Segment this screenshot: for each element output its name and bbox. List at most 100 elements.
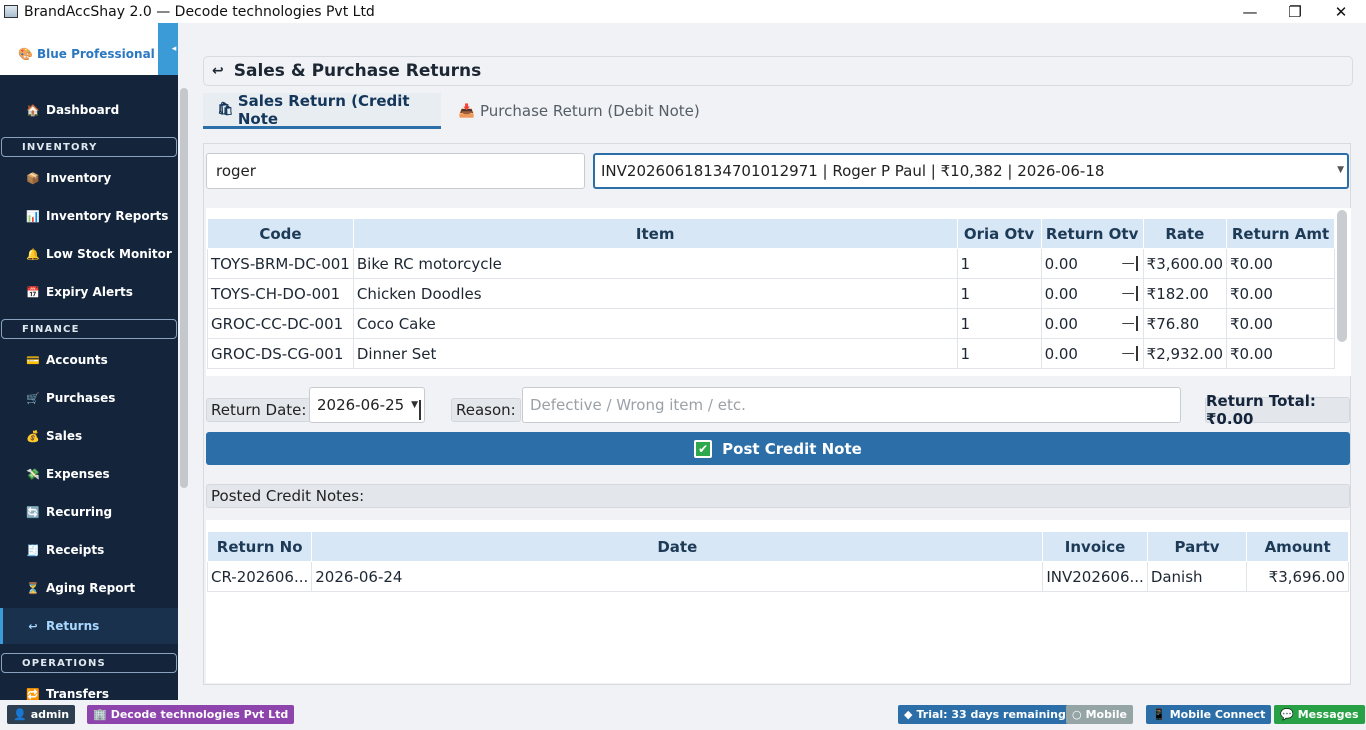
mobile-connect-button[interactable]: 📱 Mobile Connect	[1146, 705, 1272, 724]
col-party[interactable]: Partv	[1146, 531, 1248, 562]
table-header-row: Return No Date Invoice Partv Amount	[206, 531, 1349, 562]
chat-icon: 💬	[1280, 708, 1294, 721]
customer-search-input[interactable]: roger	[206, 153, 585, 189]
calendar-icon: 📅	[26, 285, 40, 299]
table-row[interactable]: TOYS-CH-DO-001 Chicken Doodles 1 0.00— ₹…	[207, 278, 1335, 309]
table-row[interactable]: CR-202606... 2026-06-24 INV202606... Dan…	[206, 561, 1349, 592]
refresh-icon: 🔄	[26, 505, 40, 519]
sidebar-item-recurring[interactable]: 🔄 Recurring	[0, 494, 178, 530]
cart-icon: 🛒	[26, 391, 40, 405]
table-row[interactable]: TOYS-BRM-DC-001 Bike RC motorcycle 1 0.0…	[207, 248, 1335, 279]
bell-icon: 🔔	[26, 247, 40, 261]
building-icon: 🏢	[93, 708, 107, 721]
return-date-value: 2026-06-25	[317, 396, 405, 414]
stepper-icon[interactable]: —	[1122, 316, 1138, 331]
table-header-row: Code Item Oria Otv Return Otv Rate Retur…	[207, 218, 1335, 249]
receipt-icon: 🧾	[26, 543, 40, 557]
sidebar-scrollbar-thumb[interactable]	[180, 88, 188, 488]
app-icon	[4, 5, 18, 18]
stepper-icon[interactable]: —	[1122, 256, 1138, 271]
return-date-picker[interactable]: 2026-06-25 ▼	[309, 387, 425, 423]
page-title: Sales & Purchase Returns	[233, 61, 482, 81]
tab-purchase-return[interactable]: 📥 Purchase Return (Debit Note)	[458, 93, 700, 129]
return-items-table: Code Item Oria Otv Return Otv Rate Retur…	[206, 208, 1351, 376]
section-operations: OPERATIONS	[1, 653, 177, 673]
chevron-down-icon[interactable]: ▼	[411, 400, 421, 420]
sidebar-item-receipts[interactable]: 🧾 Receipts	[0, 532, 178, 568]
stepper-icon[interactable]: —	[1122, 346, 1138, 361]
box-icon: 📦	[26, 171, 40, 185]
company-badge[interactable]: 🏢 Decode technologies Pvt Ltd	[87, 705, 295, 724]
phone-icon: 📱	[1152, 708, 1166, 721]
posted-credit-notes-label: Posted Credit Notes:	[206, 484, 1350, 508]
sidebar-item-dashboard[interactable]: 🏠 Dashboard	[0, 92, 178, 128]
brand-label: Blue Professional	[36, 47, 155, 61]
col-return-qty[interactable]: Return Otv	[1040, 218, 1144, 249]
sidebar-item-expiry-alerts[interactable]: 📅 Expiry Alerts	[0, 274, 178, 310]
sidebar-item-transfers[interactable]: 🔁 Transfers	[0, 676, 178, 700]
trial-badge[interactable]: ◆ Trial: 33 days remaining	[898, 705, 1072, 724]
reason-input[interactable]: Defective / Wrong item / etc.	[522, 387, 1181, 423]
user-badge[interactable]: 👤 admin	[7, 705, 76, 724]
money-bag-icon: 💰	[26, 429, 40, 443]
collapse-sidebar-button[interactable]: ◂	[158, 23, 178, 75]
sidebar-item-aging-report[interactable]: ⏳ Aging Report	[0, 570, 178, 606]
diamond-icon: ◆	[904, 708, 913, 721]
close-button[interactable]: ✕	[1318, 0, 1364, 23]
invoice-select[interactable]: INV20260618134701012971 | Roger P Paul |…	[593, 153, 1349, 189]
items-table-scrollbar[interactable]	[1337, 210, 1347, 342]
page-header: ↩ Sales & Purchase Returns	[203, 56, 1353, 86]
col-return-no[interactable]: Return No	[206, 531, 313, 562]
money-wings-icon: 💸	[26, 467, 40, 481]
tab-sales-return[interactable]: 🛍 Sales Return (Credit Note	[203, 92, 441, 129]
invoice-select-value: INV20260618134701012971 | Roger P Paul |…	[601, 162, 1105, 180]
mobile-badge[interactable]: ○ Mobile	[1066, 705, 1133, 724]
post-credit-note-button[interactable]: ✔ Post Credit Note	[206, 432, 1350, 465]
hourglass-icon: ⏳	[26, 581, 40, 595]
section-inventory: INVENTORY	[1, 137, 177, 157]
home-icon: 🏠	[26, 103, 40, 117]
posted-credit-notes-table: Return No Date Invoice Partv Amount CR-2…	[206, 520, 1350, 683]
return-qty-stepper[interactable]: 0.00—	[1040, 338, 1144, 369]
col-invoice[interactable]: Invoice	[1042, 531, 1148, 562]
return-qty-stepper[interactable]: 0.00—	[1040, 278, 1144, 309]
reason-label: Reason:	[451, 398, 521, 422]
return-qty-stepper[interactable]: 0.00—	[1040, 248, 1144, 279]
palette-icon: 🎨	[18, 47, 33, 61]
sidebar-item-sales[interactable]: 💰 Sales	[0, 418, 178, 454]
col-amount[interactable]: Amount	[1246, 531, 1349, 562]
transfer-icon: 🔁	[26, 687, 40, 701]
window-titlebar: BrandAccShay 2.0 — Decode technologies P…	[0, 0, 1366, 23]
sidebar-item-expenses[interactable]: 💸 Expenses	[0, 456, 178, 492]
section-finance: FINANCE	[1, 319, 177, 339]
sidebar-item-purchases[interactable]: 🛒 Purchases	[0, 380, 178, 416]
card-icon: 💳	[26, 353, 40, 367]
col-rate[interactable]: Rate	[1142, 218, 1228, 249]
sidebar-item-returns[interactable]: ↩ Returns	[0, 608, 178, 644]
col-date[interactable]: Date	[311, 531, 1044, 562]
return-arrow-icon: ↩	[212, 63, 224, 79]
messages-button[interactable]: 💬 Messages	[1274, 705, 1365, 724]
return-qty-stepper[interactable]: 0.00—	[1040, 308, 1144, 339]
minimize-button[interactable]: —	[1227, 0, 1273, 23]
table-row[interactable]: GROC-DS-CG-001 Dinner Set 1 0.00— ₹2,932…	[207, 338, 1335, 369]
sidebar-item-inventory-reports[interactable]: 📊 Inventory Reports	[0, 198, 178, 234]
stepper-icon[interactable]: —	[1122, 286, 1138, 301]
sidebar-item-accounts[interactable]: 💳 Accounts	[0, 342, 178, 378]
restore-button[interactable]: ❐	[1272, 0, 1318, 23]
col-code[interactable]: Code	[207, 218, 354, 249]
table-row[interactable]: GROC-CC-DC-001 Coco Cake 1 0.00— ₹76.80 …	[207, 308, 1335, 339]
col-return-amt[interactable]: Return Amt	[1226, 218, 1335, 249]
return-date-label: Return Date:	[206, 398, 312, 422]
col-item[interactable]: Item	[352, 218, 958, 249]
return-total: Return Total: ₹0.00	[1205, 392, 1350, 428]
chevron-down-icon: ▼	[1337, 165, 1344, 175]
return-arrow-icon: ↩	[28, 619, 38, 633]
sales-return-icon: 🛍	[217, 102, 234, 117]
sidebar-item-inventory[interactable]: 📦 Inventory	[0, 160, 178, 196]
col-orig-qty[interactable]: Oria Otv	[956, 218, 1042, 249]
sidebar: 🎨 Blue Professional ◂ 🏠 Dashboard INVENT…	[0, 23, 178, 700]
sidebar-item-low-stock-monitor[interactable]: 🔔 Low Stock Monitor	[0, 236, 178, 272]
chart-icon: 📊	[26, 209, 40, 223]
theme-link[interactable]: 🎨 Blue Professional	[18, 47, 155, 61]
